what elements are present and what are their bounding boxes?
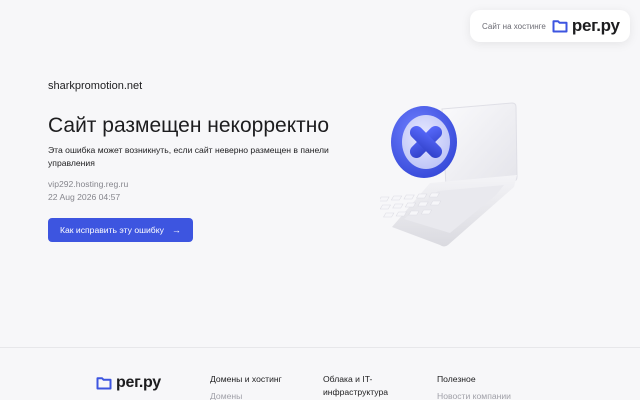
footer-column-domains: Домены и хостинг Домены <box>210 373 310 400</box>
arrow-right-icon: → <box>171 225 181 235</box>
folder-logo-icon <box>96 377 112 390</box>
footer-column-cloud: Облака и IT-инфраструктура <box>323 373 413 399</box>
server-hostname: vip292.hosting.reg.ru <box>48 179 129 189</box>
server-info: vip292.hosting.reg.ru 22 Aug 2026 04:57 <box>48 178 348 204</box>
hosting-badge[interactable]: Сайт на хостинге рег.ру <box>470 10 630 42</box>
footer-heading: Полезное <box>437 374 476 384</box>
footer-brand-name: рег.ру <box>116 374 161 391</box>
footer-column-useful: Полезное Новости компании <box>437 373 547 400</box>
footer: рег.ру Домены и хостинг Домены Облака и … <box>0 347 640 400</box>
footer-heading: Домены и хостинг <box>210 374 282 384</box>
brand-logo[interactable]: рег.ру <box>552 16 620 36</box>
folder-logo-icon <box>552 20 568 33</box>
brand-name: рег.ру <box>571 16 620 35</box>
laptop-with-error-x-icon <box>380 102 518 247</box>
fix-error-button-label: Как исправить эту ошибку <box>60 225 164 235</box>
error-description: Эта ошибка может возникнуть, если сайт н… <box>48 145 329 168</box>
footer-link-domains[interactable]: Домены <box>210 390 310 400</box>
footer-heading: Облака и IT-инфраструктура <box>323 374 389 397</box>
hosting-label: Сайт на хостинге <box>482 21 546 31</box>
error-timestamp: 22 Aug 2026 04:57 <box>48 192 121 202</box>
domain-name: sharkpromotion.net <box>48 80 143 92</box>
page-title: Сайт размещен некорректно <box>48 114 330 137</box>
footer-brand-logo[interactable]: рег.ру <box>96 374 161 392</box>
fix-error-button[interactable]: Как исправить эту ошибку → <box>48 218 193 242</box>
footer-link-news[interactable]: Новости компании <box>437 390 547 400</box>
main-content: sharkpromotion.net Сайт размещен некорре… <box>48 78 348 242</box>
